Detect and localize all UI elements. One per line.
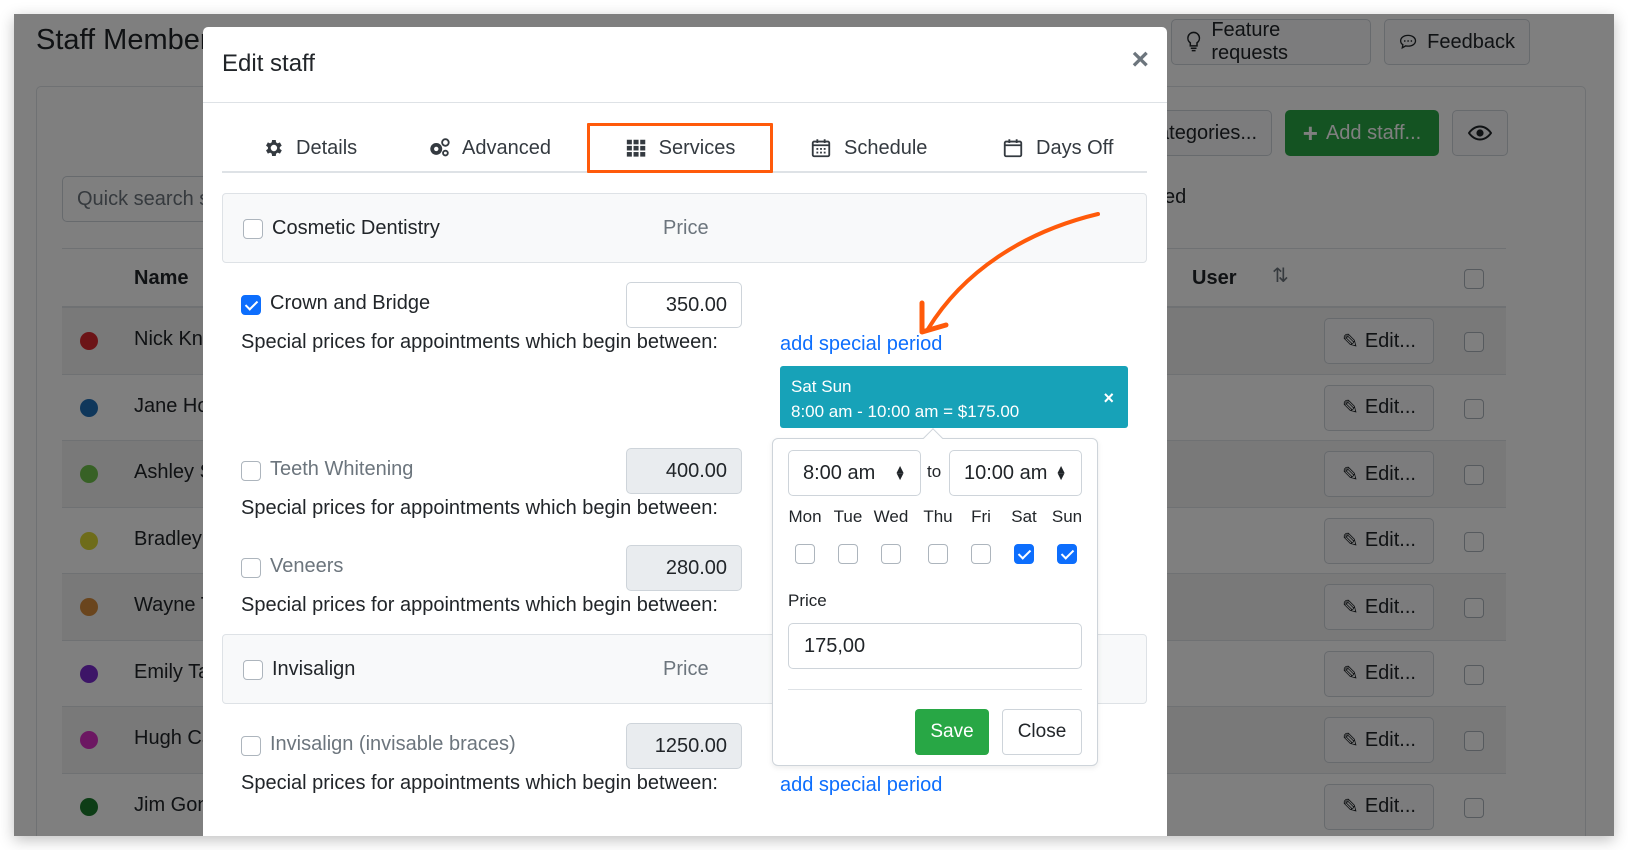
modal-title: Edit staff xyxy=(222,50,315,77)
service-price-input[interactable]: 400.00 xyxy=(626,448,742,494)
service-price-input[interactable]: 280.00 xyxy=(626,545,742,591)
annotation-arrow-head xyxy=(919,300,949,335)
day-sun: Sun xyxy=(1045,507,1089,564)
tab-details-label: Details xyxy=(296,136,358,159)
special-price-label: Price xyxy=(788,591,827,610)
tab-details[interactable]: Details xyxy=(262,123,357,173)
special-period-editor: 8:00 am ▲ ▼ to 10:00 am ▲ ▼ Mon Tue Wed Th… xyxy=(772,428,1098,766)
service-price-input[interactable]: 350.00 xyxy=(626,282,742,328)
day-mon: Mon xyxy=(783,507,827,564)
remove-period-icon[interactable]: × xyxy=(1103,386,1114,411)
service-checkbox[interactable] xyxy=(241,461,261,481)
modal-tabs: Details Advanced Services Schedule Days … xyxy=(222,123,1147,173)
day-thu: Thu xyxy=(916,507,960,564)
service-name[interactable]: Crown and Bridge xyxy=(270,292,430,315)
close-button[interactable]: Close xyxy=(1002,709,1082,755)
from-time-value: 8:00 am xyxy=(803,461,876,484)
day-fri: Fri xyxy=(959,507,1003,564)
select-arrows-icon: ▲ ▼ xyxy=(894,462,906,483)
popover-divider xyxy=(788,689,1082,690)
day-checkbox[interactable] xyxy=(838,544,858,564)
price-column-header: Price xyxy=(663,217,709,239)
group-name[interactable]: Cosmetic Dentistry xyxy=(272,217,440,240)
day-wed: Wed xyxy=(869,507,913,564)
special-prices-label: Special prices for appointments which be… xyxy=(241,772,718,794)
close-icon[interactable]: × xyxy=(1131,45,1149,75)
special-prices-label: Special prices for appointments which be… xyxy=(241,331,718,353)
day-label: Sun xyxy=(1051,507,1083,526)
tab-days-off[interactable]: Days Off xyxy=(1002,123,1113,173)
special-prices-label: Special prices for appointments which be… xyxy=(241,594,718,616)
price-column-header: Price xyxy=(663,658,709,680)
grid-icon xyxy=(626,139,645,157)
popover-arrow xyxy=(923,428,943,448)
tab-schedule-label: Schedule xyxy=(844,136,928,159)
day-label: Fri xyxy=(971,507,991,526)
day-label: Mon xyxy=(788,507,822,526)
day-checkbox[interactable] xyxy=(795,544,815,564)
service-name[interactable]: Invisalign (invisable braces) xyxy=(270,733,516,756)
day-checkbox[interactable] xyxy=(881,544,901,564)
service-checkbox[interactable] xyxy=(241,558,261,578)
group-checkbox[interactable] xyxy=(243,219,263,239)
service-name[interactable]: Teeth Whitening xyxy=(270,458,413,481)
special-prices-label: Special prices for appointments which be… xyxy=(241,497,718,519)
day-tue: Tue xyxy=(826,507,870,564)
special-period-range: 8:00 am - 10:00 am = $175.00 xyxy=(791,402,1020,421)
add-special-period-link[interactable]: add special period xyxy=(780,774,942,797)
select-arrows-icon: ▲ ▼ xyxy=(1055,462,1067,483)
edit-staff-modal: Edit staff × Details Advanced Services S… xyxy=(203,27,1167,836)
service-name[interactable]: Veneers xyxy=(270,555,343,578)
service-checkbox[interactable] xyxy=(241,295,261,315)
day-checkbox[interactable] xyxy=(1057,544,1077,564)
special-period-days: Sat Sun xyxy=(791,377,852,396)
day-checkbox[interactable] xyxy=(928,544,948,564)
day-label: Sat xyxy=(1011,507,1037,526)
tab-days-off-label: Days Off xyxy=(1036,136,1114,159)
tab-advanced-label: Advanced xyxy=(462,136,551,159)
day-sat: Sat xyxy=(1002,507,1046,564)
gears-icon xyxy=(430,138,450,157)
special-period-badge[interactable]: Sat Sun 8:00 am - 10:00 am = $175.00 × xyxy=(780,366,1128,428)
day-label: Thu xyxy=(923,507,953,526)
service-price-input[interactable]: 1250.00 xyxy=(626,723,742,769)
day-label: Tue xyxy=(833,507,863,526)
add-special-period-link[interactable]: add special period xyxy=(780,333,942,356)
to-label: to xyxy=(927,462,942,481)
tab-advanced[interactable]: Advanced xyxy=(428,123,551,173)
modal-header: Edit staff × xyxy=(203,27,1167,103)
calendar-blank-icon xyxy=(1003,139,1023,158)
day-checkbox[interactable] xyxy=(1014,544,1034,564)
gear-icon xyxy=(266,140,282,156)
tab-services[interactable]: Services xyxy=(587,123,773,173)
to-time-select[interactable]: 10:00 am ▲ ▼ xyxy=(949,450,1082,496)
special-price-input[interactable]: 175,00 xyxy=(788,623,1082,669)
day-checkbox[interactable] xyxy=(971,544,991,564)
group-checkbox[interactable] xyxy=(243,660,263,680)
group-name[interactable]: Invisalign xyxy=(272,658,355,681)
save-button[interactable]: Save xyxy=(915,709,989,755)
tab-schedule[interactable]: Schedule xyxy=(810,123,927,173)
service-checkbox[interactable] xyxy=(241,736,261,756)
calendar-icon xyxy=(811,139,831,158)
service-group-cosmetic-dentistry: Cosmetic Dentistry Price xyxy=(222,193,1147,263)
to-time-value: 10:00 am xyxy=(964,461,1048,484)
tab-services-label: Services xyxy=(658,136,736,159)
from-time-select[interactable]: 8:00 am ▲ ▼ xyxy=(788,450,921,496)
day-label: Wed xyxy=(873,507,909,526)
